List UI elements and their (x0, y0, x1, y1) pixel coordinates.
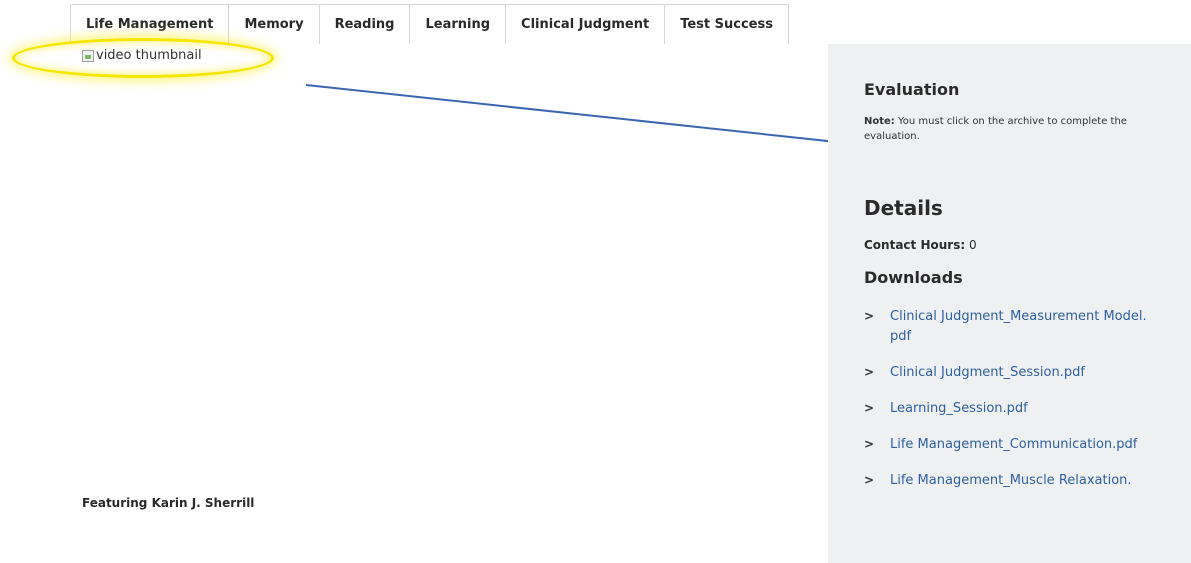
chevron-right-icon: > (864, 365, 875, 379)
tab-bar: Life Management Memory Reading Learning … (70, 4, 789, 44)
tab-test-success[interactable]: Test Success (664, 4, 789, 44)
note-text: You must click on the archive to complet… (864, 116, 1127, 142)
list-item: > Clinical Judgment_Measurement Model.pd… (864, 307, 1164, 347)
evaluation-heading: Evaluation (864, 80, 960, 99)
list-item: > Life Management_Muscle Relaxation. (864, 471, 1164, 491)
note-label: Note: (864, 116, 895, 127)
broken-image-icon (82, 49, 94, 62)
video-thumbnail[interactable]: video thumbnail (82, 48, 202, 63)
chevron-right-icon: > (864, 473, 875, 487)
download-link[interactable]: Life Management_Communication.pdf (890, 435, 1152, 455)
list-item: > Clinical Judgment_Session.pdf (864, 363, 1164, 383)
video-thumbnail-alt-text: video thumbnail (96, 48, 202, 63)
downloads-list: > Clinical Judgment_Measurement Model.pd… (864, 307, 1164, 491)
tab-learning[interactable]: Learning (409, 4, 507, 44)
list-item: > Learning_Session.pdf (864, 399, 1164, 419)
contact-hours-label: Contact Hours: (864, 238, 966, 252)
tab-clinical-judgment[interactable]: Clinical Judgment (505, 4, 666, 44)
featuring-text: Featuring Karin J. Sherrill (82, 496, 255, 510)
details-heading: Details (864, 196, 943, 220)
sidebar: Evaluation Note: You must click on the a… (828, 44, 1191, 563)
chevron-right-icon: > (864, 401, 875, 415)
page: Life Management Memory Reading Learning … (0, 0, 1191, 563)
contact-hours: Contact Hours: 0 (864, 238, 1191, 252)
chevron-right-icon: > (864, 309, 875, 323)
tab-life-management[interactable]: Life Management (70, 4, 230, 44)
chevron-right-icon: > (864, 437, 875, 451)
contact-hours-value: 0 (965, 238, 977, 252)
tab-memory[interactable]: Memory (228, 4, 320, 44)
list-item: > Life Management_Communication.pdf (864, 435, 1164, 455)
download-link[interactable]: Clinical Judgment_Measurement Model.pdf (890, 307, 1152, 347)
download-link[interactable]: Clinical Judgment_Session.pdf (890, 363, 1152, 383)
download-link[interactable]: Life Management_Muscle Relaxation. (890, 471, 1152, 491)
download-link[interactable]: Learning_Session.pdf (890, 399, 1152, 419)
downloads-heading: Downloads (864, 268, 963, 287)
tab-reading[interactable]: Reading (318, 4, 411, 44)
evaluation-note: Note: You must click on the archive to c… (864, 115, 1154, 144)
